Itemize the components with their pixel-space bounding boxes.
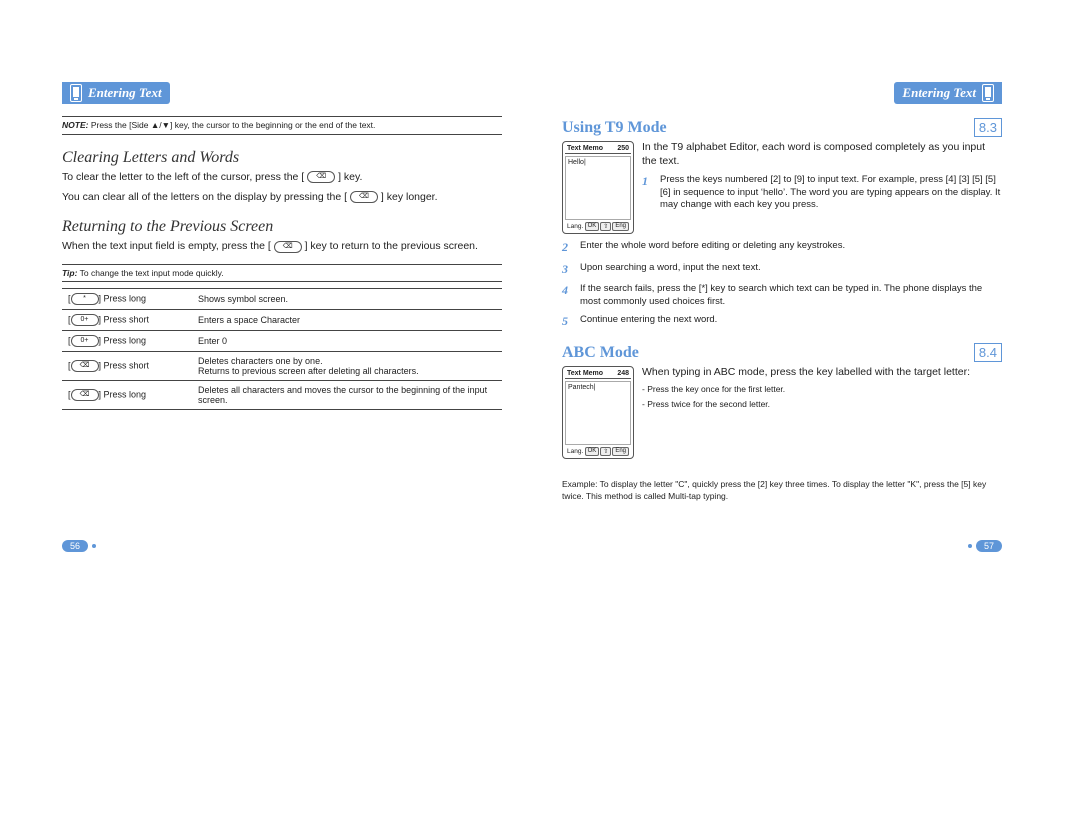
- abc-example: Example: To display the letter "C", quic…: [562, 479, 1002, 501]
- shortcut-table: [*] Press long Shows symbol screen. [0+]…: [62, 288, 502, 410]
- ok-softkey: OK: [585, 447, 600, 456]
- step: 5Continue entering the next word.: [562, 314, 1002, 330]
- page-number-left: 56: [62, 540, 96, 552]
- header-bar-right: Entering Text: [894, 82, 1002, 104]
- heading-clearing: Clearing Letters and Words: [62, 149, 502, 167]
- header-title: Entering Text: [88, 85, 162, 101]
- section-number: 8.4: [974, 343, 1002, 362]
- clear-key-icon: ⌫: [71, 389, 99, 401]
- table-row: [⌫] Press long Deletes all characters an…: [62, 380, 502, 409]
- key-zero-icon: 0+: [71, 335, 99, 347]
- step: 4If the search fails, press the [*] key …: [562, 283, 1002, 308]
- body-text: When the text input field is empty, pres…: [62, 240, 502, 254]
- header-title: Entering Text: [902, 85, 976, 101]
- step: 2Enter the whole word before editing or …: [562, 240, 1002, 256]
- phone-icon: [70, 84, 82, 102]
- tip-text: To change the text input mode quickly.: [80, 268, 224, 278]
- ok-softkey: OK: [585, 222, 600, 231]
- phone-screenshot-abc: Text Memo 248 Pantech| Lang. OK ⇧ Eng: [562, 366, 634, 459]
- tip-label: Tip:: [62, 268, 77, 278]
- body-text: To clear the letter to the left of the c…: [62, 171, 502, 185]
- table-row: [⌫] Press short Deletes characters one b…: [62, 351, 502, 380]
- note-label: NOTE:: [62, 120, 88, 130]
- note-text: Press the [Side ▲/▼] key, the cursor to …: [91, 120, 376, 130]
- shift-icon: ⇧: [600, 222, 611, 231]
- mode-badge: Eng: [612, 447, 629, 456]
- body-text: You can clear all of the letters on the …: [62, 191, 502, 205]
- heading-returning: Returning to the Previous Screen: [62, 218, 502, 236]
- heading-t9: Using T9 Mode 8.3: [562, 118, 1002, 137]
- clear-key-icon: ⌫: [274, 241, 302, 253]
- phone-screenshot-t9: Text Memo 250 Hello| Lang. OK ⇧ Eng: [562, 141, 634, 234]
- key-star-icon: *: [71, 293, 99, 305]
- dot-icon: [968, 544, 972, 548]
- table-row: [0+] Press long Enter 0: [62, 330, 502, 351]
- phone-icon: [982, 84, 994, 102]
- clear-key-icon: ⌫: [71, 360, 99, 372]
- heading-abc: ABC Mode 8.4: [562, 343, 1002, 362]
- page-right: Entering Text Using T9 Mode 8.3 Text Mem…: [562, 82, 1002, 502]
- tip-box: Tip: To change the text input mode quick…: [62, 264, 502, 282]
- note-box: NOTE: Press the [Side ▲/▼] key, the curs…: [62, 116, 502, 135]
- dot-icon: [92, 544, 96, 548]
- clear-key-icon: ⌫: [350, 191, 378, 203]
- table-row: [*] Press long Shows symbol screen.: [62, 288, 502, 309]
- step: 3Upon searching a word, input the next t…: [562, 262, 1002, 278]
- table-row: [0+] Press short Enters a space Characte…: [62, 309, 502, 330]
- clear-key-icon: ⌫: [307, 171, 335, 183]
- mode-badge: Eng: [612, 222, 629, 231]
- header-bar-left: Entering Text: [62, 82, 170, 104]
- section-number: 8.3: [974, 118, 1002, 137]
- page-number-right: 57: [968, 540, 1002, 552]
- key-zero-icon: 0+: [71, 314, 99, 326]
- step: 1Press the keys numbered [2] to [9] to i…: [642, 174, 1002, 211]
- page-left: Entering Text NOTE: Press the [Side ▲/▼]…: [62, 82, 502, 502]
- shift-icon: ⇧: [600, 447, 611, 456]
